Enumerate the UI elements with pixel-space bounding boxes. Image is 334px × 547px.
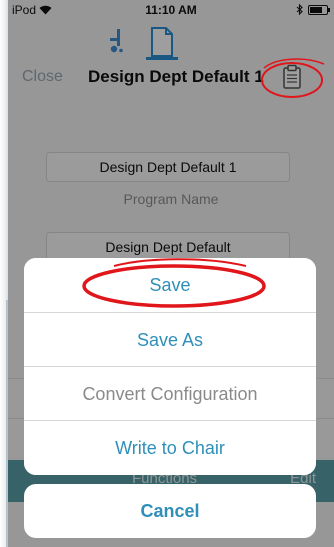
write-to-chair-button[interactable]: Write to Chair xyxy=(24,420,316,475)
save-button[interactable]: Save xyxy=(24,258,316,312)
cancel-button[interactable]: Cancel xyxy=(24,484,316,538)
phone-screen: iPod 11:10 AM Close Design Dept Default … xyxy=(8,0,334,547)
convert-configuration-button: Convert Configuration xyxy=(24,366,316,421)
action-sheet: Save Save As Convert Configuration Write… xyxy=(24,258,316,475)
save-as-button[interactable]: Save As xyxy=(24,312,316,367)
